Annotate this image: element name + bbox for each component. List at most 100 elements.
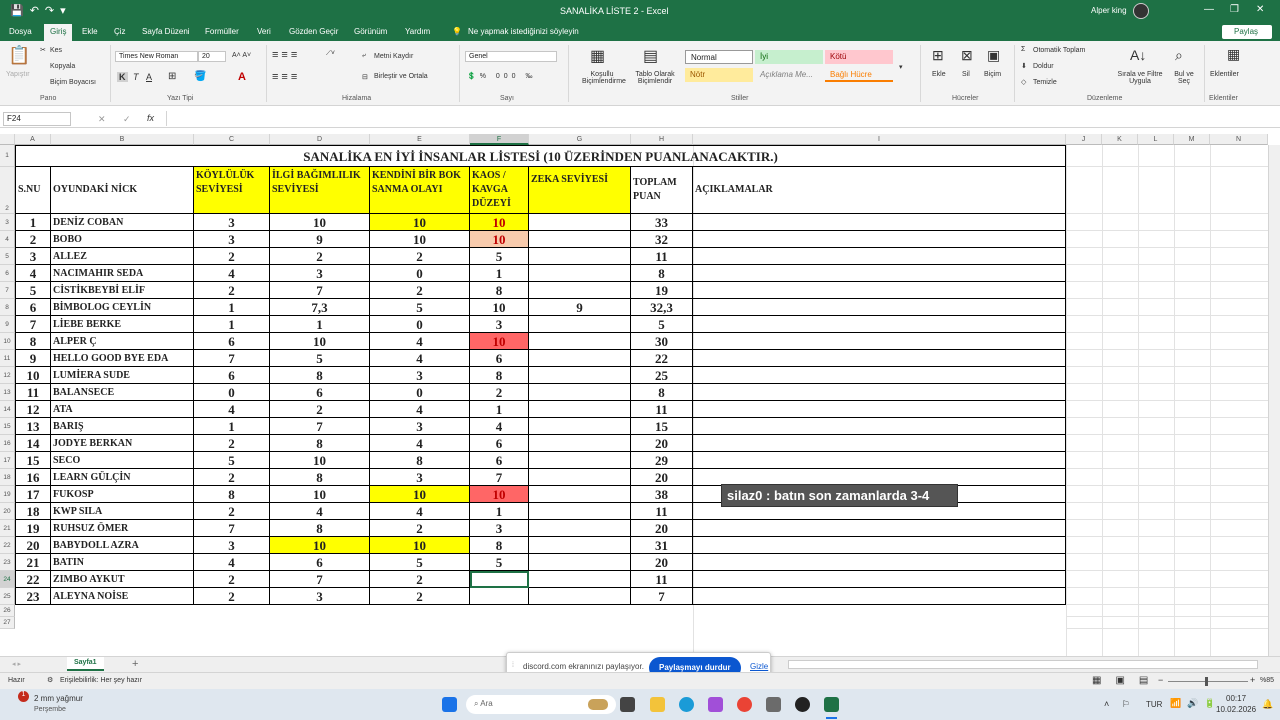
score-cell[interactable]: 2 (270, 248, 370, 265)
score-cell[interactable]: 2 (370, 248, 470, 265)
chrome-icon[interactable] (737, 697, 752, 712)
row-header[interactable]: 8 (0, 299, 15, 316)
active-cell[interactable] (470, 571, 529, 588)
score-cell[interactable]: 7 (631, 588, 693, 605)
description-cell[interactable] (693, 231, 1066, 248)
score-cell[interactable]: 19 (631, 282, 693, 299)
score-cell[interactable]: 32,3 (631, 299, 693, 316)
score-cell[interactable]: 4 (370, 435, 470, 452)
style-iyi[interactable]: İyi (755, 50, 823, 64)
score-cell[interactable] (529, 537, 631, 554)
fill-button[interactable]: Doldur (1033, 63, 1054, 70)
score-cell[interactable]: 16 (15, 469, 51, 486)
merge-icon[interactable]: ⊟ (362, 73, 368, 81)
addins-button[interactable]: Eklentiler (1210, 71, 1239, 78)
score-cell[interactable]: 6 (15, 299, 51, 316)
score-cell[interactable]: 3 (270, 265, 370, 282)
score-cell[interactable]: 10 (270, 486, 370, 503)
format-table-icon[interactable]: ▤ (643, 46, 658, 66)
notification-icon[interactable]: 🔔 (1262, 699, 1273, 710)
find-select-button[interactable]: Bul ve Seç (1170, 71, 1198, 85)
score-cell[interactable]: 0 (370, 384, 470, 401)
score-cell[interactable]: 7,3 (270, 299, 370, 316)
score-cell[interactable]: 30 (631, 333, 693, 350)
tab-sayfa-duzeni[interactable]: Sayfa Düzeni (142, 27, 190, 36)
description-cell[interactable] (693, 452, 1066, 469)
score-cell[interactable]: 6 (270, 554, 370, 571)
description-cell[interactable] (693, 214, 1066, 231)
drag-handle-icon[interactable]: ⁞ (512, 662, 514, 669)
score-cell[interactable]: 8 (270, 367, 370, 384)
score-cell[interactable]: 3 (194, 231, 270, 248)
score-cell[interactable]: 10 (270, 452, 370, 469)
score-cell[interactable]: 6 (470, 350, 529, 367)
score-cell[interactable]: 10 (370, 214, 470, 231)
description-cell[interactable] (693, 316, 1066, 333)
score-cell[interactable]: 9 (15, 350, 51, 367)
description-cell[interactable] (693, 265, 1066, 282)
score-cell[interactable] (529, 418, 631, 435)
tab-ekle[interactable]: Ekle (82, 27, 98, 36)
search-highlight-icon[interactable] (588, 699, 608, 710)
nick-cell[interactable]: RUHSUZ ÖMER (51, 520, 194, 537)
sheet-nav-icon[interactable]: ◂ ▸ (12, 660, 21, 668)
score-cell[interactable] (529, 486, 631, 503)
nick-cell[interactable]: BATIN (51, 554, 194, 571)
vertical-scrollbar[interactable] (1268, 145, 1280, 656)
zoom-slider-thumb[interactable] (1205, 677, 1208, 686)
cut-button[interactable]: Kes (50, 47, 62, 54)
weather-icon[interactable]: 1 (18, 691, 29, 702)
score-cell[interactable]: 7 (270, 418, 370, 435)
score-cell[interactable]: 4 (370, 333, 470, 350)
score-cell[interactable] (529, 231, 631, 248)
nick-cell[interactable]: CİSTİKBEYBİ ELİF (51, 282, 194, 299)
tab-ciz[interactable]: Çiz (114, 27, 126, 36)
score-cell[interactable]: 32 (631, 231, 693, 248)
column-header[interactable]: D (270, 134, 370, 145)
score-cell[interactable]: 10 (470, 333, 529, 350)
nick-cell[interactable]: ALEYNA NOİSE (51, 588, 194, 605)
column-header[interactable]: A (15, 134, 51, 145)
score-cell[interactable]: 5 (370, 299, 470, 316)
score-cell[interactable]: 4 (270, 503, 370, 520)
score-cell[interactable]: 10 (370, 231, 470, 248)
description-cell[interactable] (693, 384, 1066, 401)
score-cell[interactable]: 3 (370, 367, 470, 384)
score-cell[interactable]: 29 (631, 452, 693, 469)
score-cell[interactable]: 11 (631, 571, 693, 588)
score-cell[interactable]: 8 (631, 384, 693, 401)
row-header[interactable]: 24 (0, 571, 15, 588)
score-cell[interactable]: 2 (270, 401, 370, 418)
description-cell[interactable] (693, 435, 1066, 452)
score-cell[interactable] (529, 265, 631, 282)
nick-cell[interactable]: KWP SILA (51, 503, 194, 520)
score-cell[interactable] (529, 503, 631, 520)
style-normal[interactable]: Normal (685, 50, 753, 64)
column-header[interactable]: C (194, 134, 270, 145)
style-aciklama[interactable]: Açıklama Me... (755, 68, 823, 82)
score-cell[interactable]: 8 (194, 486, 270, 503)
score-cell[interactable]: 20 (631, 435, 693, 452)
score-cell[interactable]: 6 (194, 333, 270, 350)
merge-center-button[interactable]: Birleştir ve Ortala (374, 73, 428, 80)
style-kotu[interactable]: Kötü (825, 50, 893, 64)
nick-cell[interactable]: ALLEZ (51, 248, 194, 265)
score-cell[interactable]: 10 (270, 214, 370, 231)
description-cell[interactable] (693, 537, 1066, 554)
score-cell[interactable]: 6 (270, 384, 370, 401)
nick-cell[interactable]: ZIMBO AYKUT (51, 571, 194, 588)
header-cell[interactable]: KÖYLÜLÜK SEVİYESİ (194, 167, 270, 214)
score-cell[interactable]: 13 (15, 418, 51, 435)
column-header[interactable]: K (1102, 134, 1138, 145)
row-header[interactable]: 1 (0, 145, 15, 167)
score-cell[interactable]: 2 (370, 282, 470, 299)
score-cell[interactable] (529, 571, 631, 588)
score-cell[interactable] (529, 384, 631, 401)
score-cell[interactable]: 0 (194, 384, 270, 401)
score-cell[interactable] (529, 367, 631, 384)
score-cell[interactable] (529, 333, 631, 350)
nick-cell[interactable]: ATA (51, 401, 194, 418)
score-cell[interactable]: 4 (194, 265, 270, 282)
score-cell[interactable]: 0 (370, 265, 470, 282)
score-cell[interactable]: 4 (370, 401, 470, 418)
